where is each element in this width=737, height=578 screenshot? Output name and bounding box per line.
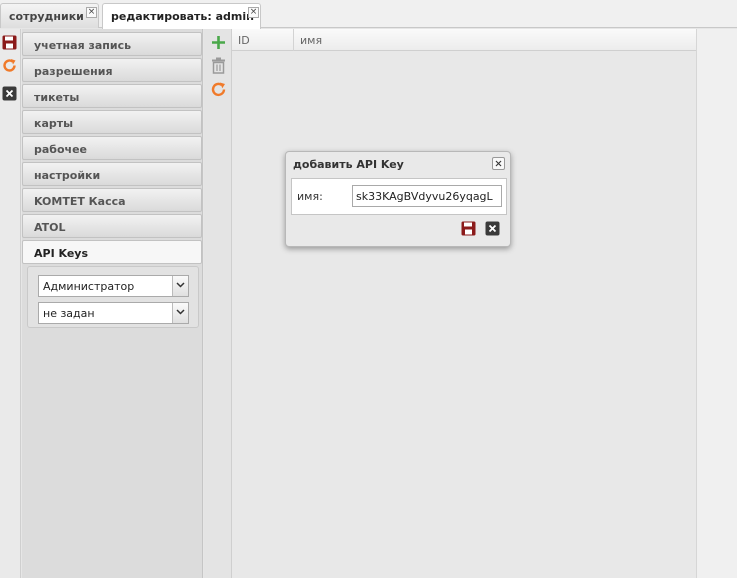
accordion-label: карты: [34, 117, 74, 130]
chevron-down-icon[interactable]: [172, 303, 188, 323]
accordion-label: KOMTET Касса: [34, 195, 126, 208]
left-toolbar: [0, 29, 21, 578]
name-label: имя:: [297, 190, 323, 203]
column-header-name[interactable]: имя: [294, 29, 696, 51]
close-icon[interactable]: [492, 157, 505, 170]
delete-icon[interactable]: [210, 57, 227, 74]
refresh-icon[interactable]: [210, 81, 227, 98]
accordion-label: учетная запись: [34, 39, 132, 52]
tab-label: редактировать: admin: [111, 10, 254, 23]
accordion-label: разрешения: [34, 65, 113, 78]
right-pane: [696, 29, 737, 578]
save-icon[interactable]: [2, 35, 17, 50]
grid-toolbar: [204, 29, 232, 578]
add-api-key-dialog: добавить API Key имя:: [285, 151, 511, 247]
api-keys-grid: ID имя: [232, 29, 696, 578]
accordion-label: настройки: [34, 169, 101, 182]
accordion-item-permissions[interactable]: разрешения: [22, 58, 202, 82]
accordion-item-settings[interactable]: настройки: [22, 162, 202, 186]
accordion-label: ATOL: [34, 221, 66, 234]
accordion-item-api-keys[interactable]: API Keys: [22, 240, 202, 264]
chevron-down-icon[interactable]: [172, 276, 188, 296]
close-icon[interactable]: [2, 86, 17, 101]
close-icon[interactable]: [485, 221, 500, 236]
select-value: Администратор: [43, 280, 135, 293]
tab-label: сотрудники: [9, 10, 84, 23]
dialog-body: имя:: [291, 178, 507, 215]
close-icon[interactable]: ×: [248, 7, 259, 18]
accordion-label: API Keys: [34, 247, 89, 260]
accordion-item-cards[interactable]: карты: [22, 110, 202, 134]
tab-employees[interactable]: сотрудники ×: [0, 3, 99, 28]
dialog-title: добавить API Key: [293, 158, 404, 171]
add-icon[interactable]: [210, 34, 227, 51]
accordion-item-work[interactable]: рабочее: [22, 136, 202, 160]
status-select[interactable]: не задан: [38, 302, 189, 324]
accordion-item-account[interactable]: учетная запись: [22, 32, 202, 56]
name-input[interactable]: [352, 185, 502, 207]
accordion-label: тикеты: [34, 91, 80, 104]
save-icon[interactable]: [461, 221, 476, 236]
role-select[interactable]: Администратор: [38, 275, 189, 297]
column-header-id[interactable]: ID: [232, 29, 294, 51]
accordion-item-atol[interactable]: ATOL: [22, 214, 202, 238]
accordion-label: рабочее: [34, 143, 88, 156]
close-icon[interactable]: ×: [86, 7, 97, 18]
tab-bar: сотрудники × редактировать: admin ×: [0, 0, 737, 29]
tab-edit-admin[interactable]: редактировать: admin ×: [102, 3, 261, 29]
settings-accordion: учетная запись разрешения тикеты карты р…: [22, 29, 203, 578]
grid-header: ID имя: [232, 29, 696, 51]
select-value: не задан: [43, 307, 95, 320]
api-keys-panel: Администратор не задан: [27, 266, 199, 328]
refresh-icon[interactable]: [2, 58, 17, 73]
accordion-item-tickets[interactable]: тикеты: [22, 84, 202, 108]
accordion-item-komtet[interactable]: KOMTET Касса: [22, 188, 202, 212]
